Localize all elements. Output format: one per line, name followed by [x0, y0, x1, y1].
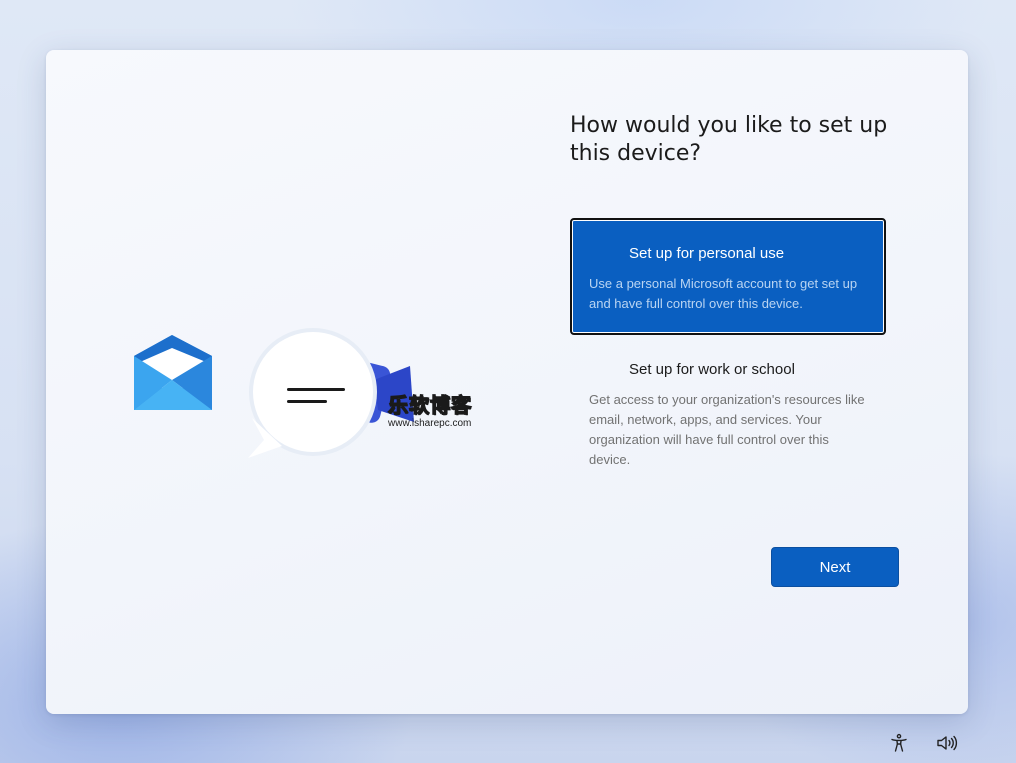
next-button[interactable]: Next: [771, 547, 899, 587]
volume-icon[interactable]: [934, 730, 960, 756]
chat-bubble-icon: [248, 328, 377, 458]
option-title: Set up for work or school: [629, 361, 795, 378]
watermark-url: www.isharepc.com: [388, 418, 472, 429]
work-school-option[interactable]: Set up for work or school Get access to …: [570, 350, 886, 472]
personal-use-option[interactable]: Set up for personal use Use a personal M…: [570, 218, 886, 335]
watermark-title: 乐软博客: [387, 394, 472, 417]
page-title: How would you like to set up this device…: [570, 113, 888, 166]
illustration: [134, 328, 414, 458]
option-title: Set up for personal use: [629, 245, 785, 262]
accessibility-icon[interactable]: [886, 730, 912, 756]
watermark: 乐软博客 www.isharepc.com: [387, 394, 498, 430]
option-description: Get access to your organization's resour…: [589, 392, 865, 467]
mail-icon: [134, 335, 212, 410]
setup-dialog: 乐软博客 www.isharepc.com How would you like…: [46, 50, 968, 714]
option-description: Use a personal Microsoft account to get …: [589, 276, 858, 311]
